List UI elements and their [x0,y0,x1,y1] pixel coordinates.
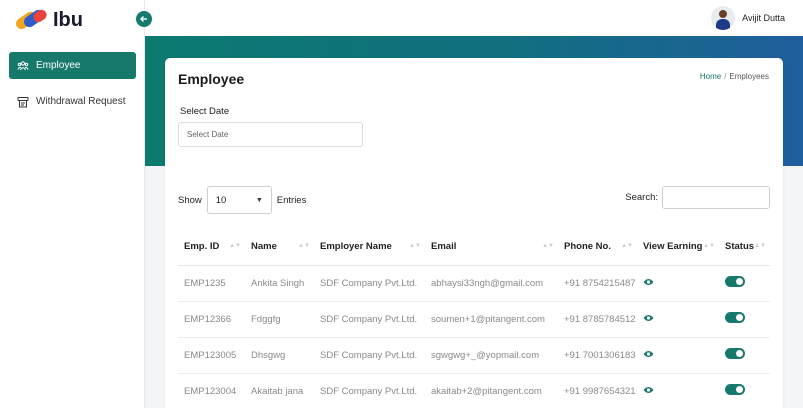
sort-icon: ▲▼ [621,243,633,249]
logo-text: Ibu [53,8,83,31]
column-header-employer-name[interactable]: Employer Name ▲▼ [314,229,425,266]
cell-view-earning [637,265,719,302]
entries-control: Show 10 ▼ Entries [178,186,306,214]
breadcrumb: Home / Employees [700,72,769,81]
sort-icon: ▲▼ [542,243,554,249]
sidebar-item-withdrawal-request[interactable]: Withdrawal Request [9,88,136,115]
sidebar-collapse-button[interactable] [136,11,152,27]
table-row: EMP123004 Akaitab jana SDF Company Pvt.L… [178,373,770,408]
caret-down-icon: ▼ [255,196,263,204]
cell-employer: SDF Company Pvt.Ltd. [314,373,425,408]
eye-icon[interactable] [643,314,654,322]
sidebar: Ibu Employee Withdrawal Request [0,0,145,408]
cell-status [719,373,770,408]
cell-status [719,337,770,374]
entries-value: 10 [215,194,227,206]
column-header-email[interactable]: Email ▲▼ [425,229,558,266]
status-toggle[interactable] [725,384,745,395]
cell-name: Akaitab jana [245,373,314,408]
column-header-emp-id[interactable]: Emp. ID ▲▼ [178,229,245,266]
eye-icon[interactable] [643,278,654,286]
breadcrumb-separator: / [724,72,727,81]
cell-phone: +91 9987654321 [558,373,637,408]
sort-icon: ▲▼ [703,243,715,249]
sidebar-item-label: Employee [36,60,81,71]
column-header-view-earning[interactable]: View Earning ▲▼ [637,229,719,266]
logo[interactable]: Ibu [13,7,83,32]
entries-suffix: Entries [276,194,307,206]
cell-emp-id: EMP12366 [178,301,245,338]
cell-view-earning [637,301,719,338]
cell-status [719,301,770,338]
user-menu[interactable]: Avijit Dutta [711,6,785,30]
cell-name: Dhsgwg [245,337,314,374]
search-label: Search: [625,192,658,203]
employee-table: Emp. ID ▲▼ Name ▲▼ Employer Name ▲▼ Email ▲▼… [178,229,770,408]
cell-employer: SDF Company Pvt.Ltd. [314,337,425,374]
eye-icon[interactable] [643,350,654,358]
show-label: Show [178,194,202,206]
search-control: Search: [625,186,770,209]
cell-view-earning [637,337,719,374]
sort-icon: ▲▼ [229,243,241,249]
cell-email: sgwgwg+_@yopmail.com [425,337,558,374]
cell-emp-id: EMP123005 [178,337,245,374]
cell-name: Ankita Singh [245,265,314,302]
cell-email: soumen+1@pitangent.com [425,301,558,338]
status-toggle[interactable] [725,312,745,323]
table-row: EMP123005 Dhsgwg SDF Company Pvt.Ltd. sg… [178,337,770,374]
cell-status [719,265,770,302]
column-header-name[interactable]: Name ▲▼ [245,229,314,266]
sidebar-item-label: Withdrawal Request [36,96,126,107]
table-row: EMP12366 Fdggfg SDF Company Pvt.Ltd. sou… [178,301,770,338]
cell-employer: SDF Company Pvt.Ltd. [314,265,425,302]
cell-emp-id: EMP1235 [178,265,245,302]
cell-name: Fdggfg [245,301,314,338]
cell-view-earning [637,373,719,408]
eye-icon[interactable] [643,386,654,394]
cell-phone: +91 8785784512 [558,301,637,338]
cell-emp-id: EMP123004 [178,373,245,408]
page-title: Employee [178,71,245,87]
entries-select[interactable]: 10 ▼ [206,186,272,214]
status-toggle[interactable] [725,348,745,359]
receipt-icon [17,96,29,108]
cell-email: akaitab+2@pitangent.com [425,373,558,408]
cell-email: abhaysi33ngh@gmail.com [425,265,558,302]
sidebar-item-employee[interactable]: Employee [9,52,136,79]
sort-icon: ▲▼ [298,243,310,249]
search-input[interactable] [662,186,770,209]
date-filter-label: Select Date [180,106,230,117]
breadcrumb-home-link[interactable]: Home [700,72,721,81]
status-toggle[interactable] [725,276,745,287]
arrow-left-icon [136,11,152,27]
sort-icon: ▲▼ [754,243,766,249]
column-header-status[interactable]: Status ▲▼ [719,229,770,266]
topbar: Avijit Dutta [145,0,803,36]
users-icon [17,60,29,72]
table-row: EMP1235 Ankita Singh SDF Company Pvt.Ltd… [178,265,770,302]
logo-mark-icon [13,7,51,32]
sort-icon: ▲▼ [409,243,421,249]
cell-phone: +91 8754215487 [558,265,637,302]
cell-employer: SDF Company Pvt.Ltd. [314,301,425,338]
date-filter-input[interactable] [178,122,363,147]
user-name: Avijit Dutta [742,13,785,23]
avatar [711,6,736,30]
employee-card: Employee Home/Employees Select Date Show… [165,58,783,408]
breadcrumb-current: Employees [729,72,769,81]
cell-phone: +91 7001306183 [558,337,637,374]
column-header-phone[interactable]: Phone No. ▲▼ [558,229,637,266]
table-header-row: Emp. ID ▲▼ Name ▲▼ Employer Name ▲▼ Email ▲▼… [178,229,770,266]
